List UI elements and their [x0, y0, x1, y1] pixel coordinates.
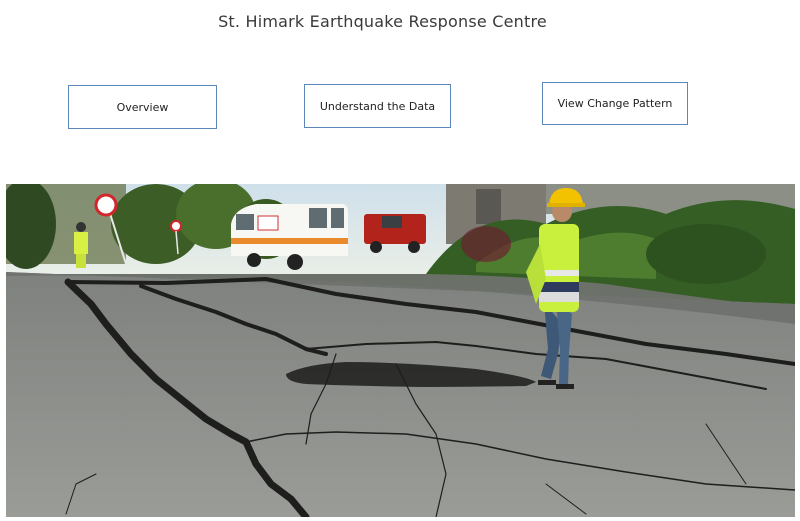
overview-button-label: Overview: [116, 100, 169, 114]
page-title: St. Himark Earthquake Response Centre: [218, 12, 547, 31]
earthquake-damage-photo: [6, 184, 795, 517]
view-change-pattern-button[interactable]: View Change Pattern: [542, 82, 688, 125]
understand-data-button-label: Understand the Data: [319, 99, 436, 113]
understand-data-button[interactable]: Understand the Data: [304, 84, 451, 128]
earthquake-scene-illustration: [6, 184, 795, 517]
overview-button[interactable]: Overview: [68, 85, 217, 129]
view-change-pattern-button-label: View Change Pattern: [557, 97, 673, 110]
